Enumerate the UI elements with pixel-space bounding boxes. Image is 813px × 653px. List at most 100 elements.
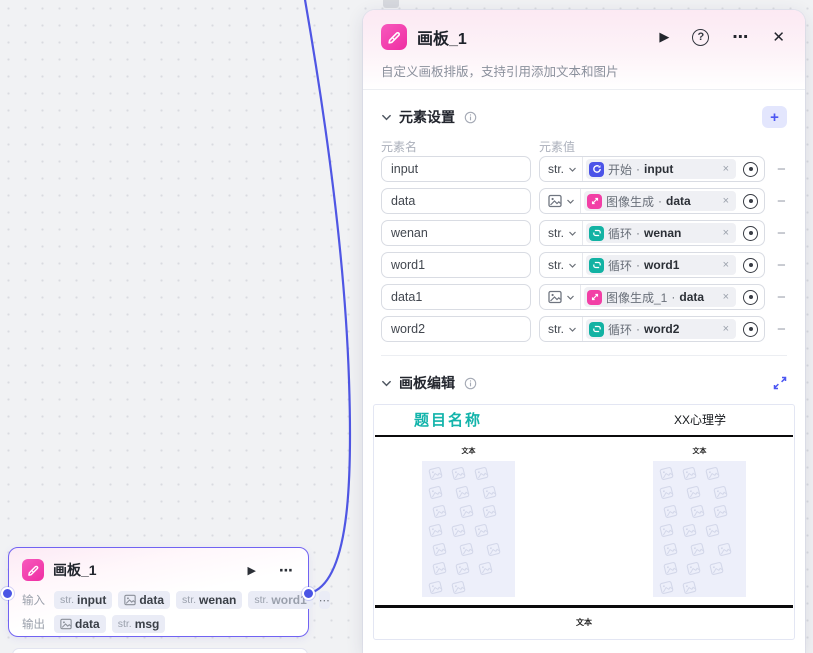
locate-reference-icon[interactable] — [743, 257, 758, 273]
picture-pattern-icon — [659, 523, 675, 539]
remove-row-button[interactable]: − — [777, 257, 786, 274]
input-tag: str. wenan — [176, 591, 243, 609]
node-output-port[interactable] — [302, 587, 315, 600]
element-name-input[interactable] — [381, 156, 531, 182]
element-name-input[interactable] — [381, 252, 531, 278]
element-row: 图像生成 · data × − — [381, 188, 787, 214]
picture-pattern-icon — [713, 504, 729, 520]
reference-chip[interactable]: 循环 · word1 × — [586, 255, 736, 275]
ref-variable-name: data — [666, 194, 691, 208]
picture-pattern-icon — [478, 561, 494, 577]
expand-board-icon[interactable] — [773, 376, 787, 390]
locate-reference-icon[interactable] — [743, 161, 758, 177]
add-element-button[interactable]: + — [762, 106, 787, 128]
locate-reference-icon[interactable] — [743, 193, 758, 209]
picture-pattern-icon — [432, 561, 448, 577]
preview-text-label: 文本 — [692, 448, 707, 456]
picture-pattern-icon — [428, 485, 444, 501]
reference-chip[interactable]: 循环 · wenan × — [586, 223, 736, 243]
chevron-down-icon — [569, 327, 576, 332]
type-selector[interactable] — [540, 285, 581, 309]
image-generation-node-icon — [587, 193, 602, 209]
picture-pattern-icon — [459, 504, 475, 520]
element-name-input[interactable] — [381, 220, 531, 246]
reference-chip[interactable]: 图像生成 · data × — [584, 191, 736, 211]
reference-chip[interactable]: 循环 · word2 × — [586, 319, 736, 339]
remove-row-button[interactable]: − — [777, 225, 786, 242]
node-input-port[interactable] — [1, 587, 14, 600]
more-options-button[interactable]: ⋯ — [732, 27, 749, 47]
clear-reference-icon[interactable]: × — [721, 163, 731, 175]
type-selector[interactable]: str. — [540, 221, 584, 245]
picture-pattern-icon — [428, 580, 444, 596]
col-element-name: 元素名 — [381, 140, 418, 154]
picture-pattern-icon — [428, 523, 444, 539]
element-value-control: 图像生成_1 · data × — [539, 284, 765, 310]
ref-node-name: 循环 — [608, 322, 633, 337]
clear-reference-icon[interactable]: × — [721, 323, 731, 335]
clear-reference-icon[interactable]: × — [721, 195, 731, 207]
outputs-label: 输出 — [22, 619, 45, 631]
elements-section: 元素设置 + 元素名 元素值 str. 开始 · input — [363, 104, 805, 356]
reference-chip[interactable]: 图像生成_1 · data × — [584, 287, 736, 307]
more-inputs-button[interactable]: ⋯ — [318, 591, 330, 609]
clear-reference-icon[interactable]: × — [721, 291, 731, 303]
node-more-button[interactable]: ⋯ — [279, 562, 294, 579]
ref-node-name: 开始 — [608, 162, 633, 177]
node-run-button[interactable]: ▶ — [248, 564, 256, 577]
remove-row-button[interactable]: − — [777, 321, 786, 338]
help-icon[interactable]: ? — [692, 28, 710, 46]
image-placeholder[interactable] — [653, 461, 746, 598]
canvas-node-icon — [381, 24, 407, 50]
locate-reference-icon[interactable] — [743, 225, 758, 241]
locate-reference-icon[interactable] — [743, 289, 758, 305]
element-name-input[interactable] — [381, 316, 531, 342]
remove-row-button[interactable]: − — [777, 161, 786, 178]
type-selector[interactable]: str. — [540, 253, 584, 277]
picture-pattern-icon — [663, 561, 679, 577]
image-placeholder[interactable] — [422, 461, 515, 598]
background-node-fragment — [383, 0, 399, 8]
column-headers: 元素名 元素值 — [381, 138, 787, 156]
loop-node-icon — [589, 225, 605, 241]
chevron-down-icon[interactable] — [381, 112, 392, 123]
reference-chip[interactable]: 开始 · input × — [586, 159, 736, 179]
clear-reference-icon[interactable]: × — [721, 227, 731, 239]
node-config-panel: 画板_1 ▶ ? ⋯ ✕ 自定义画板排版，支持引用添加文本和图片 元素设置 + … — [363, 10, 805, 653]
type-selector[interactable]: str. — [540, 317, 584, 341]
type-selector[interactable]: str. — [540, 157, 584, 181]
element-name-input[interactable] — [381, 284, 531, 310]
type-label: str. — [548, 162, 565, 176]
board-edit-section: 画板编辑 — [363, 370, 805, 396]
next-node-card[interactable] — [12, 648, 308, 653]
element-value-control: str. 循环 · word1 × — [539, 252, 765, 278]
preview-title-text: 题目名称 — [414, 412, 483, 430]
element-value-control: 图像生成 · data × — [539, 188, 765, 214]
ref-variable-name: word1 — [644, 258, 680, 272]
clear-reference-icon[interactable]: × — [721, 259, 731, 271]
type-selector[interactable] — [540, 189, 581, 213]
remove-row-button[interactable]: − — [777, 289, 786, 306]
chevron-down-icon — [567, 199, 574, 204]
chevron-down-icon — [569, 167, 576, 172]
locate-reference-icon[interactable] — [743, 321, 758, 337]
picture-pattern-icon — [474, 523, 490, 539]
chevron-down-icon[interactable] — [381, 378, 392, 389]
node-card-huaban-1[interactable]: 画板_1 ▶ ⋯ 输入 str. input data str. wenan str… — [8, 547, 330, 637]
input-tag: str. input — [54, 591, 113, 609]
picture-pattern-icon — [705, 466, 721, 482]
element-row: str. 循环 · wenan × − — [381, 220, 787, 246]
run-button[interactable]: ▶ — [659, 29, 669, 45]
node-outputs-row: 输出 data str. msg — [9, 613, 308, 635]
loop-node-icon — [589, 321, 605, 337]
picture-pattern-icon — [451, 523, 467, 539]
element-name-input[interactable] — [381, 188, 531, 214]
close-panel-button[interactable]: ✕ — [772, 28, 785, 46]
workflow-canvas[interactable]: 画板_1 ▶ ⋯ 输入 str. input data str. wenan str… — [0, 0, 813, 653]
image-type-icon — [548, 290, 562, 304]
remove-row-button[interactable]: − — [777, 193, 786, 210]
picture-pattern-icon — [690, 542, 706, 558]
picture-pattern-icon — [690, 504, 706, 520]
chevron-down-icon — [569, 231, 576, 236]
board-preview[interactable]: 题目名称 XX心理学 文本 文本 文本 — [373, 404, 795, 640]
